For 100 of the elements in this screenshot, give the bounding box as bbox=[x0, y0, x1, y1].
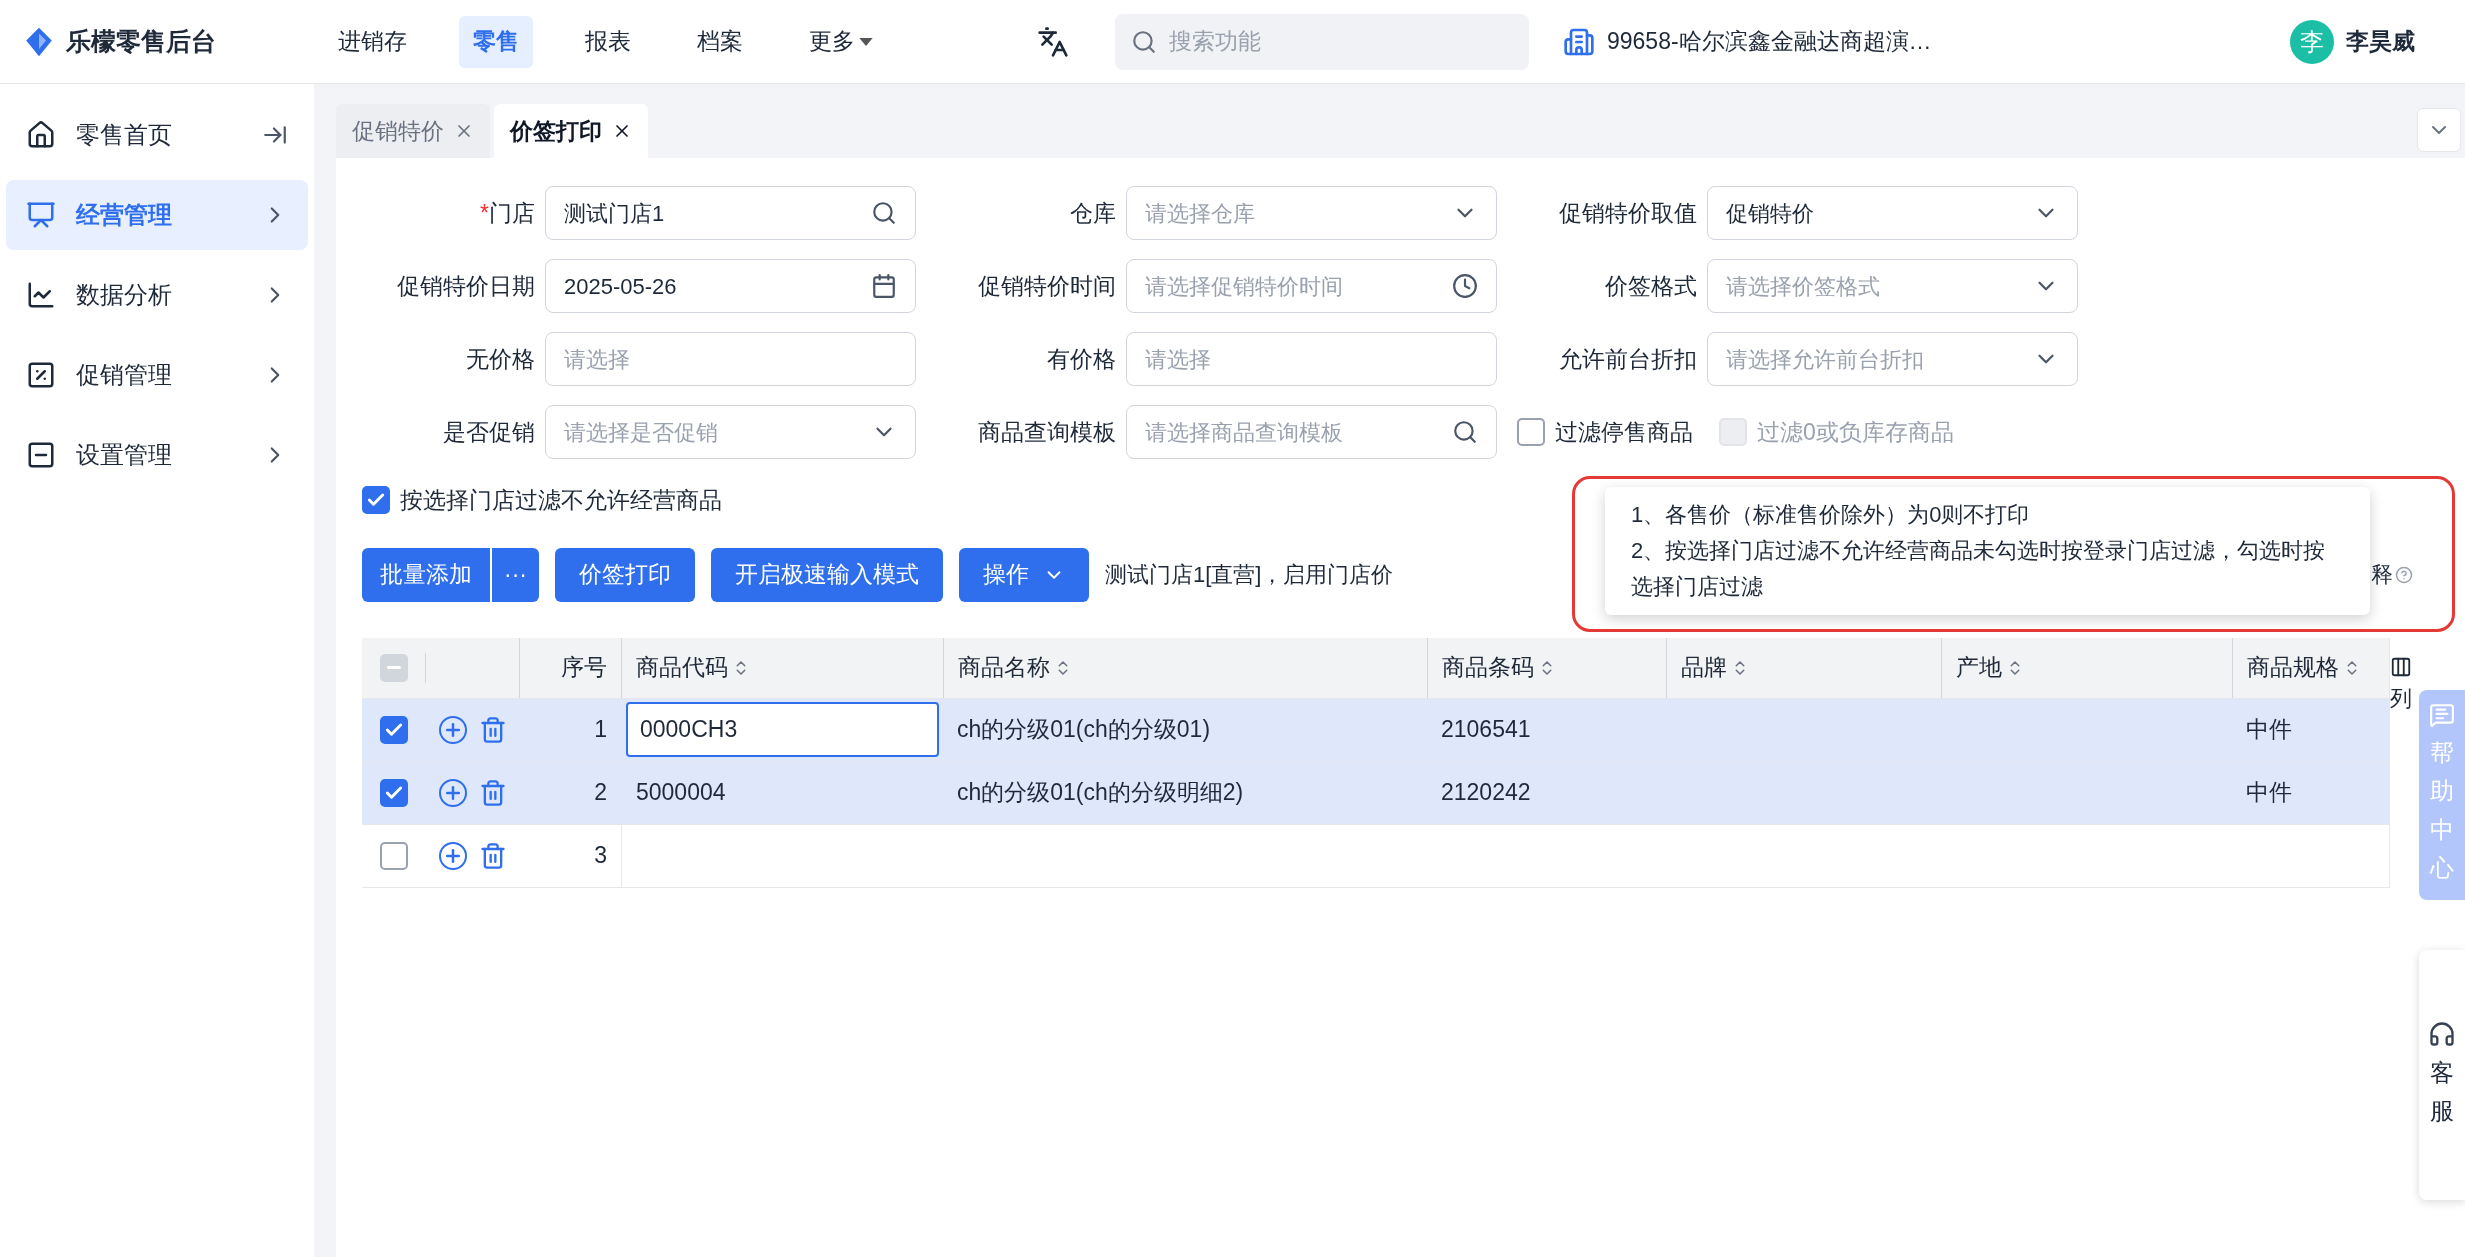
headset-icon bbox=[2428, 1019, 2456, 1048]
table-cell-text: ch的分级01(ch的分级明细2) bbox=[957, 778, 1244, 808]
delete-icon[interactable] bbox=[479, 841, 507, 870]
minus-icon bbox=[386, 666, 401, 669]
checkbox[interactable] bbox=[1517, 418, 1545, 446]
field-placeholder: 请选择促销特价时间 bbox=[1145, 272, 1343, 301]
sidebar-label: 促销管理 bbox=[76, 360, 172, 390]
column-header[interactable]: 商品名称 bbox=[943, 637, 1427, 698]
field-placeholder: 请选择仓库 bbox=[1145, 199, 1255, 228]
sidebar-item[interactable]: 设置管理 bbox=[6, 420, 308, 490]
nav-item[interactable]: 零售 bbox=[459, 15, 533, 68]
table-cell-text: 2 bbox=[594, 778, 607, 808]
column-header[interactable]: 品牌 bbox=[1666, 637, 1941, 698]
more-button[interactable]: ··· bbox=[492, 547, 539, 602]
page-tab[interactable]: 价签打印 bbox=[494, 104, 648, 158]
select-field[interactable]: 促销特价 bbox=[1707, 186, 2078, 240]
store-info-text: 测试门店1[直营]，启用门店价 bbox=[1105, 561, 1394, 589]
toolbar-button[interactable]: 价签打印 bbox=[555, 547, 695, 602]
help-icon[interactable] bbox=[2395, 565, 2413, 584]
table-cell-text: 1 bbox=[594, 715, 607, 745]
search-icon bbox=[1131, 28, 1157, 55]
calendar-icon bbox=[871, 273, 897, 299]
field-placeholder: 请选择 bbox=[564, 345, 630, 374]
column-settings-label[interactable]: 列 bbox=[2390, 681, 2412, 715]
translate-icon[interactable] bbox=[1037, 25, 1069, 58]
sidebar-item[interactable]: 数据分析 bbox=[6, 260, 308, 330]
toolbar-button[interactable]: 开启极速输入模式 bbox=[711, 547, 943, 602]
input-field[interactable]: 2025-05-26 bbox=[545, 259, 916, 313]
field-placeholder: 请选择允许前台折扣 bbox=[1726, 345, 1924, 374]
delete-icon[interactable] bbox=[479, 715, 507, 744]
table-row[interactable]: 3 bbox=[362, 823, 2389, 887]
field-placeholder: 请选择商品查询模板 bbox=[1145, 418, 1343, 447]
table-cell-text: 2120242 bbox=[1441, 778, 1531, 808]
field-placeholder: 请选择价签格式 bbox=[1726, 272, 1880, 301]
table-cell-text: 5000004 bbox=[636, 778, 726, 808]
page-tab[interactable]: 促销特价 bbox=[336, 104, 490, 158]
nav-item[interactable]: 更多 bbox=[795, 15, 887, 68]
field-label: 是否促销 bbox=[442, 417, 535, 447]
search-icon bbox=[871, 200, 897, 226]
column-header[interactable]: 商品条码 bbox=[1427, 637, 1666, 698]
column-header[interactable]: 序号 bbox=[519, 637, 621, 698]
help-center-label: 帮助中心 bbox=[2430, 738, 2454, 884]
chat-icon bbox=[2429, 702, 2455, 728]
field-label: 允许前台折扣 bbox=[1558, 344, 1697, 374]
nav-item[interactable]: 进销存 bbox=[324, 15, 421, 68]
batch-add-button[interactable]: 批量添加 bbox=[362, 547, 490, 602]
sidebar-label: 经营管理 bbox=[76, 200, 172, 230]
table-cell-text: 3 bbox=[594, 841, 607, 871]
add-row-icon[interactable] bbox=[439, 715, 467, 744]
column-header[interactable]: 商品代码 bbox=[621, 637, 943, 698]
field-label: 无价格 bbox=[465, 344, 535, 374]
table-cell-text: ch的分级01(ch的分级01) bbox=[957, 715, 1211, 745]
field-label: 促销特价日期 bbox=[396, 271, 535, 301]
field-value: 促销特价 bbox=[1726, 199, 1814, 228]
checkbox-label: 过滤停售商品 bbox=[1555, 417, 1693, 447]
field-placeholder: 请选择是否促销 bbox=[564, 418, 718, 447]
table-row[interactable]: 1 0000CH3 ch的分级01(ch的分级01) 2106541 中件 bbox=[362, 697, 2389, 761]
nav-item[interactable]: 档案 bbox=[683, 15, 757, 68]
checkbox[interactable] bbox=[379, 778, 408, 807]
input-field[interactable]: 测试门店1 bbox=[545, 186, 916, 240]
checkbox-label: 按选择门店过滤不允许经营商品 bbox=[400, 486, 722, 515]
select-all-checkbox[interactable] bbox=[379, 653, 408, 682]
column-header[interactable]: 商品规格 bbox=[2232, 637, 2389, 698]
sidebar-item[interactable]: 经营管理 bbox=[6, 180, 308, 250]
checkbox[interactable] bbox=[379, 841, 408, 870]
tabs-menu-button[interactable] bbox=[2417, 108, 2461, 152]
clock-icon bbox=[1452, 273, 1478, 299]
table-cell-text: 中件 bbox=[2246, 778, 2292, 808]
sidebar-label: 设置管理 bbox=[76, 440, 172, 470]
user-name[interactable]: 李昊威 bbox=[2346, 24, 2415, 59]
search-icon bbox=[1452, 419, 1478, 445]
field-value: 0000CH3 bbox=[640, 715, 738, 745]
sidebar-label: 零售首页 bbox=[76, 120, 172, 150]
add-row-icon[interactable] bbox=[439, 778, 467, 807]
caret-icon bbox=[859, 37, 873, 46]
store-name[interactable]: 99658-哈尔滨鑫金融达商超演… bbox=[1607, 24, 1932, 59]
field-label: 促销特价取值 bbox=[1558, 198, 1697, 228]
checkbox[interactable] bbox=[362, 486, 390, 515]
column-header[interactable]: 产地 bbox=[1941, 637, 2232, 698]
tooltip-text: 1、各售价（标准售价除外）为0则不打印 bbox=[1631, 501, 2031, 529]
input-field[interactable]: 0000CH3 bbox=[626, 702, 939, 757]
checkbox[interactable] bbox=[379, 715, 408, 744]
sidebar-item[interactable]: 零售首页 bbox=[6, 100, 308, 170]
add-row-icon[interactable] bbox=[439, 841, 467, 870]
field-label: 仓库 bbox=[1069, 198, 1116, 228]
delete-icon[interactable] bbox=[479, 778, 507, 807]
column-settings-icon[interactable] bbox=[2390, 655, 2412, 678]
customer-service-tab[interactable]: 客服 bbox=[2419, 950, 2465, 1200]
tab-label: 价签打印 bbox=[510, 116, 602, 146]
checkbox-label: 过滤0或负库存商品 bbox=[1757, 417, 1954, 447]
customer-service-label: 客服 bbox=[2430, 1057, 2454, 1126]
nav-item[interactable]: 报表 bbox=[571, 15, 645, 68]
field-label: 价签格式 bbox=[1604, 271, 1697, 301]
search-placeholder: 搜索功能 bbox=[1169, 27, 1261, 57]
field-value: 测试门店1 bbox=[564, 199, 665, 228]
toolbar-button[interactable]: 操作 bbox=[959, 547, 1089, 602]
table-row[interactable]: 2 5000004 ch的分级01(ch的分级明细2) 2120242 中件 bbox=[362, 760, 2389, 824]
tooltip-text: 2、按选择门店过滤不允许经营商品未勾选时按登录门店过滤，勾选时按选择门店过滤 bbox=[1631, 537, 2327, 601]
app-name: 乐檬零售后台 bbox=[66, 25, 216, 57]
sidebar-item[interactable]: 促销管理 bbox=[6, 340, 308, 410]
